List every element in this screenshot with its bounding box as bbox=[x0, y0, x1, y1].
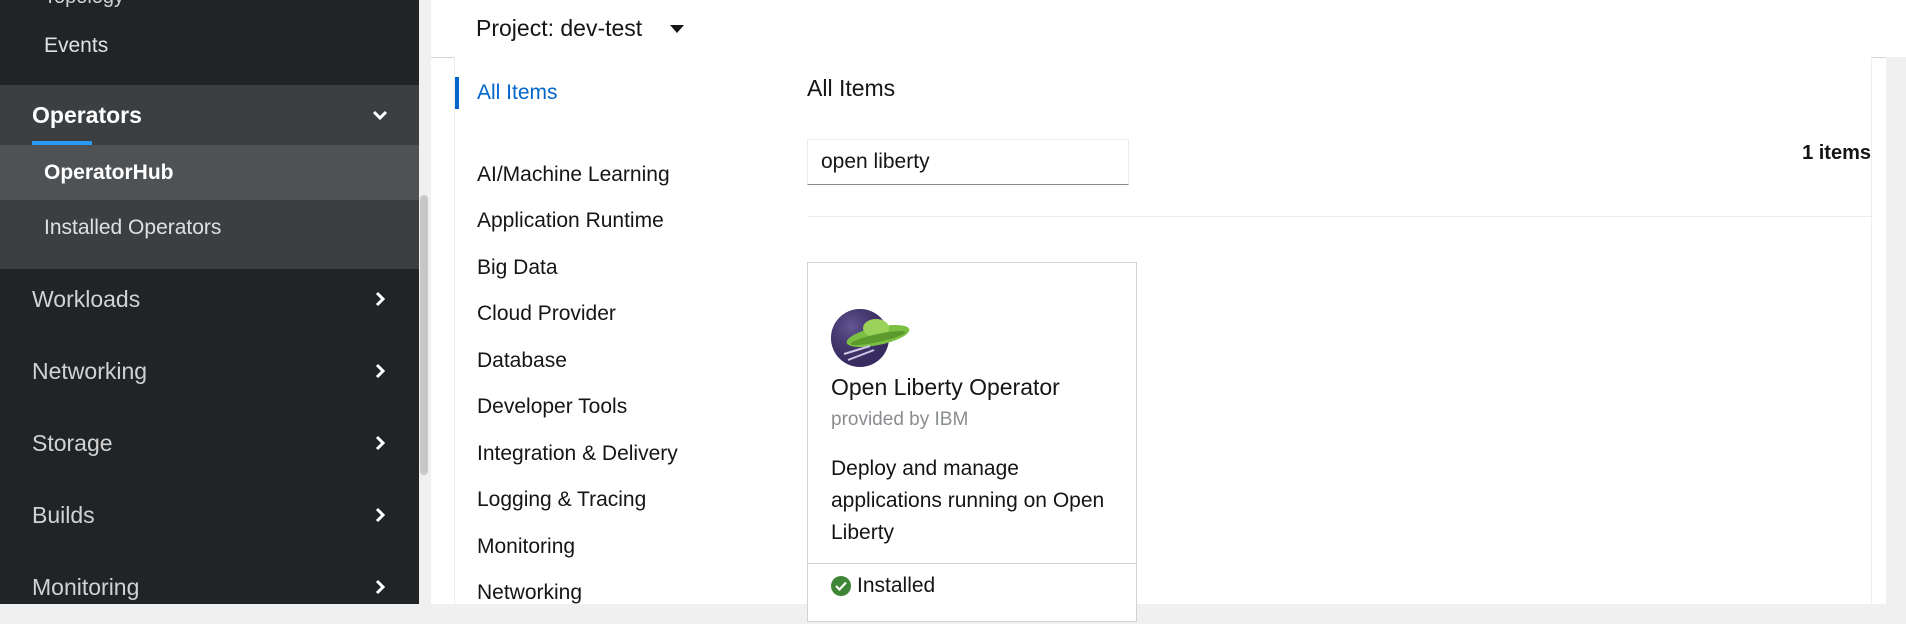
tile-vendor: provided by IBM bbox=[831, 409, 969, 430]
category-label: All Items bbox=[477, 81, 558, 104]
chevron-right-icon bbox=[371, 434, 389, 452]
sidebar-item-label: Events bbox=[44, 33, 109, 57]
sidebar-group-networking[interactable]: Networking bbox=[0, 341, 419, 401]
category-integration-delivery[interactable]: Integration & Delivery bbox=[477, 442, 678, 466]
category-big-data[interactable]: Big Data bbox=[477, 256, 558, 280]
sidebar-group-operators[interactable]: Operators bbox=[0, 85, 419, 145]
category-cloud-provider[interactable]: Cloud Provider bbox=[477, 302, 616, 326]
category-logging-tracing[interactable]: Logging & Tracing bbox=[477, 488, 646, 512]
sidebar-group-label: Storage bbox=[32, 429, 113, 456]
open-liberty-logo-icon bbox=[830, 306, 914, 368]
category-networking[interactable]: Networking bbox=[477, 581, 582, 605]
sidebar-group-label: Networking bbox=[32, 357, 148, 384]
project-selector-label: Project: dev-test bbox=[476, 15, 643, 41]
installed-label: Installed bbox=[857, 574, 936, 597]
operator-tile-open-liberty[interactable]: Open Liberty Operator provided by IBM De… bbox=[807, 262, 1137, 622]
main-content: Project: dev-test All Items AI/Machine L… bbox=[431, 0, 1906, 622]
category-monitoring[interactable]: Monitoring bbox=[477, 535, 575, 559]
sidebar-item-events[interactable]: Events bbox=[0, 18, 419, 73]
installed-status: Installed bbox=[831, 574, 935, 598]
category-ai-machine-learning[interactable]: AI/Machine Learning bbox=[477, 163, 670, 187]
project-selector[interactable]: Project: dev-test bbox=[431, 0, 1906, 58]
caret-down-icon bbox=[670, 24, 685, 33]
sidebar-group-monitoring[interactable]: Monitoring bbox=[0, 557, 419, 617]
category-developer-tools[interactable]: Developer Tools bbox=[477, 395, 627, 419]
sidebar-nav: Topology Events Operators OperatorHub In… bbox=[0, 0, 419, 604]
sidebar-group-builds[interactable]: Builds bbox=[0, 485, 419, 545]
sidebar-item-topology[interactable]: Topology bbox=[44, 0, 124, 9]
chevron-right-icon bbox=[371, 290, 389, 308]
sidebar-item-installed-operators[interactable]: Installed Operators bbox=[0, 200, 419, 255]
category-all-items[interactable]: All Items bbox=[455, 77, 558, 109]
sidebar-group-label: Builds bbox=[32, 501, 95, 528]
main-scroll-track bbox=[1886, 57, 1906, 604]
divider bbox=[807, 216, 1871, 217]
sidebar-item-operatorhub[interactable]: OperatorHub bbox=[0, 145, 419, 200]
chevron-right-icon bbox=[371, 362, 389, 380]
category-database[interactable]: Database bbox=[477, 349, 567, 373]
catalog-title: All Items bbox=[807, 75, 896, 101]
sidebar-scrollbar[interactable] bbox=[420, 195, 428, 475]
sidebar-group-label: Workloads bbox=[32, 285, 141, 312]
chevron-right-icon bbox=[371, 506, 389, 524]
items-count: 1 items bbox=[1802, 142, 1871, 164]
sidebar-group-label: Operators bbox=[32, 101, 142, 128]
sidebar-item-label: OperatorHub bbox=[44, 160, 174, 184]
operators-submenu: OperatorHub Installed Operators bbox=[0, 145, 419, 269]
sidebar-group-storage[interactable]: Storage bbox=[0, 413, 419, 473]
category-application-runtime[interactable]: Application Runtime bbox=[477, 209, 664, 233]
filter-search-input[interactable] bbox=[807, 139, 1129, 185]
tile-footer: Installed bbox=[808, 563, 1136, 624]
check-circle-icon bbox=[831, 576, 851, 596]
chevron-down-icon bbox=[371, 106, 389, 124]
operatorhub-catalog: All Items AI/Machine Learning Applicatio… bbox=[454, 57, 1872, 622]
sidebar-item-label: Installed Operators bbox=[44, 215, 222, 239]
nav-section-top: Topology Events bbox=[0, 0, 419, 85]
sidebar-group-workloads[interactable]: Workloads bbox=[0, 269, 419, 329]
chevron-right-icon bbox=[371, 578, 389, 596]
tile-description: Deploy and manage applications running o… bbox=[831, 457, 1105, 544]
tile-title: Open Liberty Operator bbox=[831, 374, 1060, 400]
sidebar-group-label: Monitoring bbox=[32, 573, 140, 600]
